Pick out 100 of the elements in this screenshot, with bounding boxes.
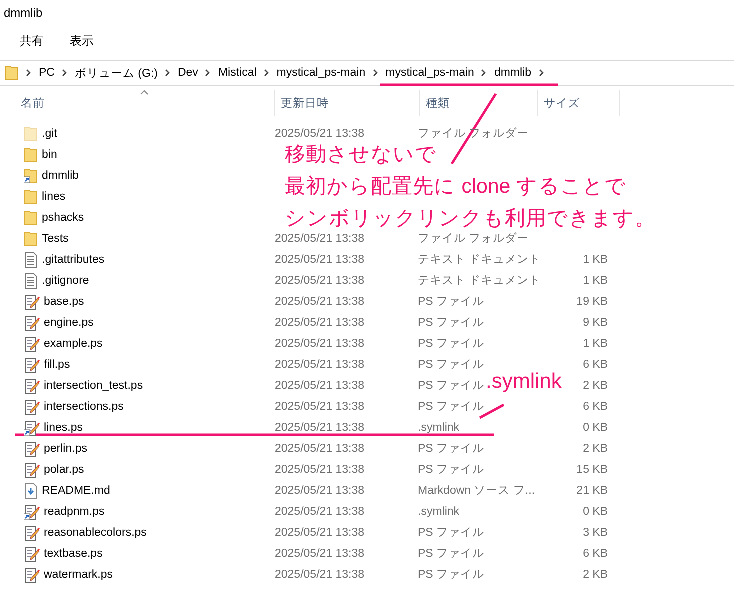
file-size: 0 KB <box>583 506 608 518</box>
modified-date: 2025/05/21 13:38 <box>275 338 365 350</box>
breadcrumb-item[interactable]: Mistical <box>218 67 257 79</box>
chevron-icon <box>372 69 379 77</box>
script-file-icon <box>24 294 40 310</box>
annotation-text: .symlink <box>486 369 562 395</box>
modified-date: 2025/05/21 13:38 <box>275 254 365 266</box>
file-name[interactable]: engine.ps <box>44 316 94 328</box>
modified-date: 2025/05/21 13:38 <box>275 422 365 434</box>
file-name[interactable]: intersection_test.ps <box>44 380 144 392</box>
file-name[interactable]: intersections.ps <box>44 400 124 412</box>
file-name[interactable]: base.ps <box>44 296 84 308</box>
breadcrumb-item[interactable]: mystical_ps-main <box>386 67 474 79</box>
script-file-icon <box>24 462 40 478</box>
modified-date: 2025/05/21 13:38 <box>275 568 365 580</box>
file-type: PS ファイル <box>418 548 485 560</box>
file-type: PS ファイル <box>418 338 485 350</box>
file-size: 0 KB <box>583 422 608 434</box>
file-name[interactable]: .gitattributes <box>42 254 105 266</box>
column-header[interactable]: 更新日時 <box>275 90 420 116</box>
script-shortcut-icon <box>24 504 40 520</box>
file-name[interactable]: dmmlib <box>42 170 80 182</box>
folder-icon <box>24 188 38 204</box>
modified-date: 2025/05/21 13:38 <box>275 232 365 244</box>
column-header[interactable]: サイズ <box>538 90 620 116</box>
chevron-icon <box>26 69 32 77</box>
breadcrumb-item[interactable]: dmmlib <box>494 67 532 79</box>
file-name[interactable]: example.ps <box>44 338 103 350</box>
file-name[interactable]: .git <box>42 128 58 140</box>
modified-date: 2025/05/21 13:38 <box>275 548 365 560</box>
file-type: PS ファイル <box>418 443 485 455</box>
file-type: ファイル フォルダー <box>418 233 530 245</box>
file-size: 2 KB <box>583 442 608 454</box>
file-type: Markdown ソース フ... <box>418 485 536 497</box>
script-file-icon <box>24 398 40 414</box>
breadcrumb-item[interactable]: mystical_ps-main <box>276 67 366 79</box>
file-size: 2 KB <box>583 380 608 392</box>
folder-icon <box>24 210 38 226</box>
file-name[interactable]: bin <box>42 148 58 160</box>
file-size: 6 KB <box>583 548 608 560</box>
window-title: dmmlib <box>3 5 44 22</box>
file-name[interactable]: fill.ps <box>44 358 70 370</box>
file-size: 6 KB <box>583 358 608 370</box>
file-name[interactable]: polar.ps <box>44 464 84 476</box>
file-name[interactable]: lines <box>42 190 66 202</box>
text-file-icon <box>24 272 38 288</box>
chevron-icon <box>62 69 68 77</box>
script-file-icon <box>24 356 40 372</box>
file-type: PS ファイル <box>418 527 485 539</box>
menu-item[interactable]: 表示 <box>60 30 104 52</box>
file-name[interactable]: reasonablecolors.ps <box>44 526 147 538</box>
file-name[interactable]: readpnm.ps <box>44 506 105 518</box>
menu-item[interactable]: 共有 <box>10 30 54 52</box>
modified-date: 2025/05/21 13:38 <box>275 274 365 286</box>
file-name[interactable]: watermark.ps <box>44 568 114 580</box>
column-header[interactable]: 種類 <box>420 90 538 116</box>
file-name[interactable]: perlin.ps <box>44 442 88 454</box>
file-size: 3 KB <box>583 526 608 538</box>
file-name[interactable]: textbase.ps <box>44 548 103 560</box>
modified-date: 2025/05/21 13:38 <box>275 296 365 308</box>
file-name[interactable]: pshacks <box>42 212 84 224</box>
script-file-icon <box>24 440 40 456</box>
markdown-file-icon <box>24 482 38 498</box>
script-file-icon <box>24 524 40 540</box>
file-type: PS ファイル <box>418 569 485 581</box>
file-name[interactable]: lines.ps <box>44 422 83 434</box>
folder-shortcut-icon <box>24 168 38 184</box>
file-size: 15 KB <box>576 464 608 476</box>
folder-icon <box>24 146 38 162</box>
chevron-icon <box>164 69 171 77</box>
modified-date: 2025/05/21 13:38 <box>275 484 365 496</box>
file-size: 1 KB <box>583 254 608 266</box>
breadcrumb-item[interactable]: ボリューム (G:) <box>74 66 158 80</box>
file-size: 9 KB <box>583 316 608 328</box>
modified-date: 2025/05/21 13:38 <box>275 380 365 392</box>
file-type: PS ファイル <box>418 359 485 371</box>
file-type: .symlink <box>418 506 460 518</box>
file-type: .symlink <box>418 422 460 434</box>
column-header[interactable]: 名前 <box>15 90 275 116</box>
script-file-icon <box>24 314 40 330</box>
breadcrumb-item[interactable]: Dev <box>178 67 198 79</box>
address-bar[interactable]: PC ボリューム (G:) Dev Mistical mystical_ps-main mystical_ps-main dmmlib <box>0 60 734 86</box>
file-name[interactable]: README.md <box>42 484 110 496</box>
file-size: 19 KB <box>576 296 608 308</box>
file-type: PS ファイル <box>418 464 485 476</box>
folder-icon <box>24 126 38 142</box>
file-size: 1 KB <box>583 338 608 350</box>
file-name[interactable]: Tests <box>42 232 69 244</box>
text-file-icon <box>24 252 38 268</box>
folder-icon <box>5 65 19 81</box>
modified-date: 2025/05/21 13:38 <box>275 128 365 140</box>
script-file-icon <box>24 378 40 394</box>
file-type: PS ファイル <box>418 296 485 308</box>
file-size: 1 KB <box>583 274 608 286</box>
file-type: テキスト ドキュメント <box>418 254 542 266</box>
file-name[interactable]: .gitignore <box>42 274 90 286</box>
chevron-icon <box>264 69 270 77</box>
file-type: PS ファイル <box>418 317 485 329</box>
breadcrumb-item[interactable]: PC <box>39 67 55 79</box>
modified-date: 2025/05/21 13:38 <box>275 316 365 328</box>
